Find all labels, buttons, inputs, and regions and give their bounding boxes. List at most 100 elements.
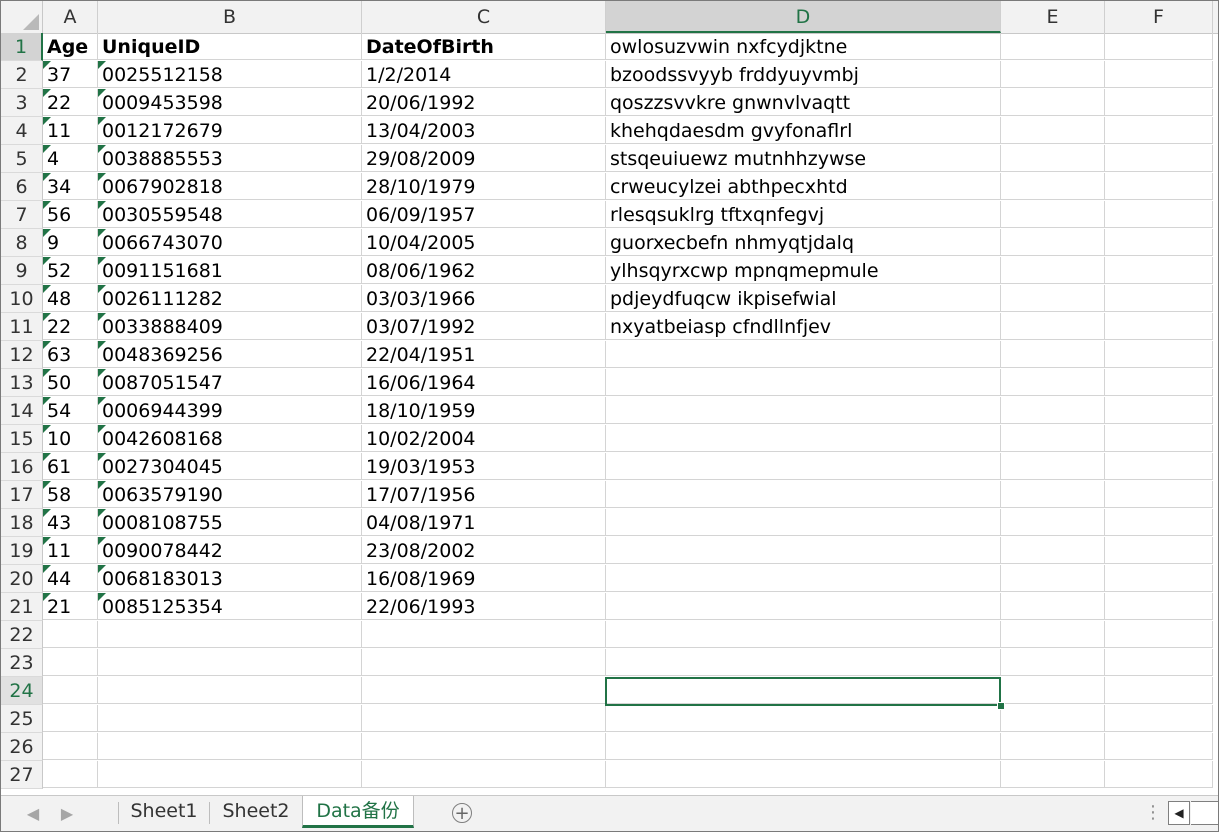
cell-c[interactable]: 28/10/1979 (362, 173, 606, 200)
cell-c[interactable] (362, 705, 606, 732)
cell-d[interactable]: khehqdaesdm gvyfonaflrl (606, 117, 1001, 144)
cell-c[interactable]: 20/06/1992 (362, 89, 606, 116)
cell-c[interactable]: 03/07/1992 (362, 313, 606, 340)
row-header[interactable]: 27 (1, 761, 43, 789)
cell-c[interactable]: 16/06/1964 (362, 369, 606, 396)
row-header[interactable]: 4 (1, 117, 43, 145)
cell-f[interactable] (1105, 201, 1213, 228)
cell-f[interactable] (1105, 677, 1213, 704)
cell-a[interactable]: 9 (43, 229, 98, 256)
cell-e[interactable] (1001, 761, 1105, 788)
cell-d[interactable] (606, 565, 1001, 592)
scroll-left-icon[interactable]: ◀ (1168, 801, 1190, 825)
cell-b[interactable] (98, 677, 362, 704)
cell-b[interactable]: 0048369256 (98, 341, 362, 368)
cell-a[interactable]: 34 (43, 173, 98, 200)
row-header[interactable]: 22 (1, 621, 43, 649)
cell-b[interactable]: 0068183013 (98, 565, 362, 592)
cell-c[interactable]: 10/02/2004 (362, 425, 606, 452)
cell-d[interactable] (606, 425, 1001, 452)
cell-d[interactable]: stsqeuiuewz mutnhhzywse (606, 145, 1001, 172)
row-header[interactable]: 26 (1, 733, 43, 761)
cell-b[interactable] (98, 705, 362, 732)
select-all-corner[interactable] (1, 1, 43, 33)
cell-c[interactable]: 04/08/1971 (362, 509, 606, 536)
cell-e[interactable] (1001, 593, 1105, 620)
cell-a[interactable]: 22 (43, 89, 98, 116)
row-header[interactable]: 7 (1, 201, 43, 229)
cell-b[interactable]: 0063579190 (98, 481, 362, 508)
cell-c[interactable]: 18/10/1959 (362, 397, 606, 424)
cell-e[interactable] (1001, 173, 1105, 200)
cell-f[interactable] (1105, 537, 1213, 564)
cell-c[interactable]: 29/08/2009 (362, 145, 606, 172)
cell-b[interactable]: 0026111282 (98, 285, 362, 312)
cell-a[interactable]: 4 (43, 145, 98, 172)
cell-a[interactable]: 22 (43, 313, 98, 340)
cell-f[interactable] (1105, 705, 1213, 732)
cell-d[interactable]: owlosuzvwin nxfcydjktne (606, 33, 1001, 60)
tab-scroll-next-icon[interactable]: ▶ (57, 804, 77, 824)
cell-b[interactable]: 0085125354 (98, 593, 362, 620)
cell-c[interactable]: 13/04/2003 (362, 117, 606, 144)
cell-b[interactable]: 0025512158 (98, 61, 362, 88)
cell-e[interactable] (1001, 117, 1105, 144)
row-header[interactable]: 17 (1, 481, 43, 509)
add-sheet-icon[interactable]: + (452, 803, 472, 823)
cell-a[interactable] (43, 733, 98, 760)
cell-a[interactable]: 63 (43, 341, 98, 368)
cell-d[interactable]: crweucylzei abthpecxhtd (606, 173, 1001, 200)
cell-d[interactable] (606, 733, 1001, 760)
row-header[interactable]: 18 (1, 509, 43, 537)
cell-e[interactable] (1001, 33, 1105, 60)
cell-e[interactable] (1001, 229, 1105, 256)
cell-e[interactable] (1001, 61, 1105, 88)
cell-d[interactable]: guorxecbefn nhmyqtjdalq (606, 229, 1001, 256)
cell-d[interactable]: pdjeydfuqcw ikpisefwial (606, 285, 1001, 312)
cell-b[interactable]: 0087051547 (98, 369, 362, 396)
cell-d[interactable] (606, 397, 1001, 424)
cell-f[interactable] (1105, 565, 1213, 592)
cell-c[interactable]: 1/2/2014 (362, 61, 606, 88)
cell-f[interactable] (1105, 481, 1213, 508)
cell-e[interactable] (1001, 677, 1105, 704)
fill-handle[interactable] (997, 702, 1005, 710)
tab-splitter-icon[interactable]: ⋮ (1144, 800, 1162, 826)
cell-e[interactable] (1001, 509, 1105, 536)
cell-d[interactable] (606, 761, 1001, 788)
cell-e[interactable] (1001, 397, 1105, 424)
cell-f[interactable] (1105, 733, 1213, 760)
cell-b[interactable] (98, 621, 362, 648)
row-header[interactable]: 9 (1, 257, 43, 285)
cell-e[interactable] (1001, 145, 1105, 172)
row-header[interactable]: 19 (1, 537, 43, 565)
cell-f[interactable] (1105, 257, 1213, 284)
cell-f[interactable] (1105, 61, 1213, 88)
cell-f[interactable] (1105, 117, 1213, 144)
cell-f[interactable] (1105, 509, 1213, 536)
cell-e[interactable] (1001, 285, 1105, 312)
cell-e[interactable] (1001, 481, 1105, 508)
cell-b[interactable]: 0066743070 (98, 229, 362, 256)
cell-d[interactable] (606, 705, 1001, 732)
cell-e[interactable] (1001, 89, 1105, 116)
row-header[interactable]: 6 (1, 173, 43, 201)
cell-e[interactable] (1001, 257, 1105, 284)
cell-a[interactable]: 61 (43, 453, 98, 480)
cell-c[interactable]: 19/03/1953 (362, 453, 606, 480)
cell-f[interactable] (1105, 285, 1213, 312)
cell-b[interactable]: 0091151681 (98, 257, 362, 284)
cell-a[interactable]: 50 (43, 369, 98, 396)
cell-c[interactable] (362, 621, 606, 648)
cell-f[interactable] (1105, 621, 1213, 648)
cell-a[interactable] (43, 621, 98, 648)
row-header[interactable]: 5 (1, 145, 43, 173)
cell-f[interactable] (1105, 173, 1213, 200)
cell-c[interactable] (362, 733, 606, 760)
cell-c[interactable]: 08/06/1962 (362, 257, 606, 284)
cell-c[interactable] (362, 649, 606, 676)
cell-a[interactable] (43, 677, 98, 704)
cell-f[interactable] (1105, 453, 1213, 480)
row-header[interactable]: 20 (1, 565, 43, 593)
cell-e[interactable] (1001, 649, 1105, 676)
